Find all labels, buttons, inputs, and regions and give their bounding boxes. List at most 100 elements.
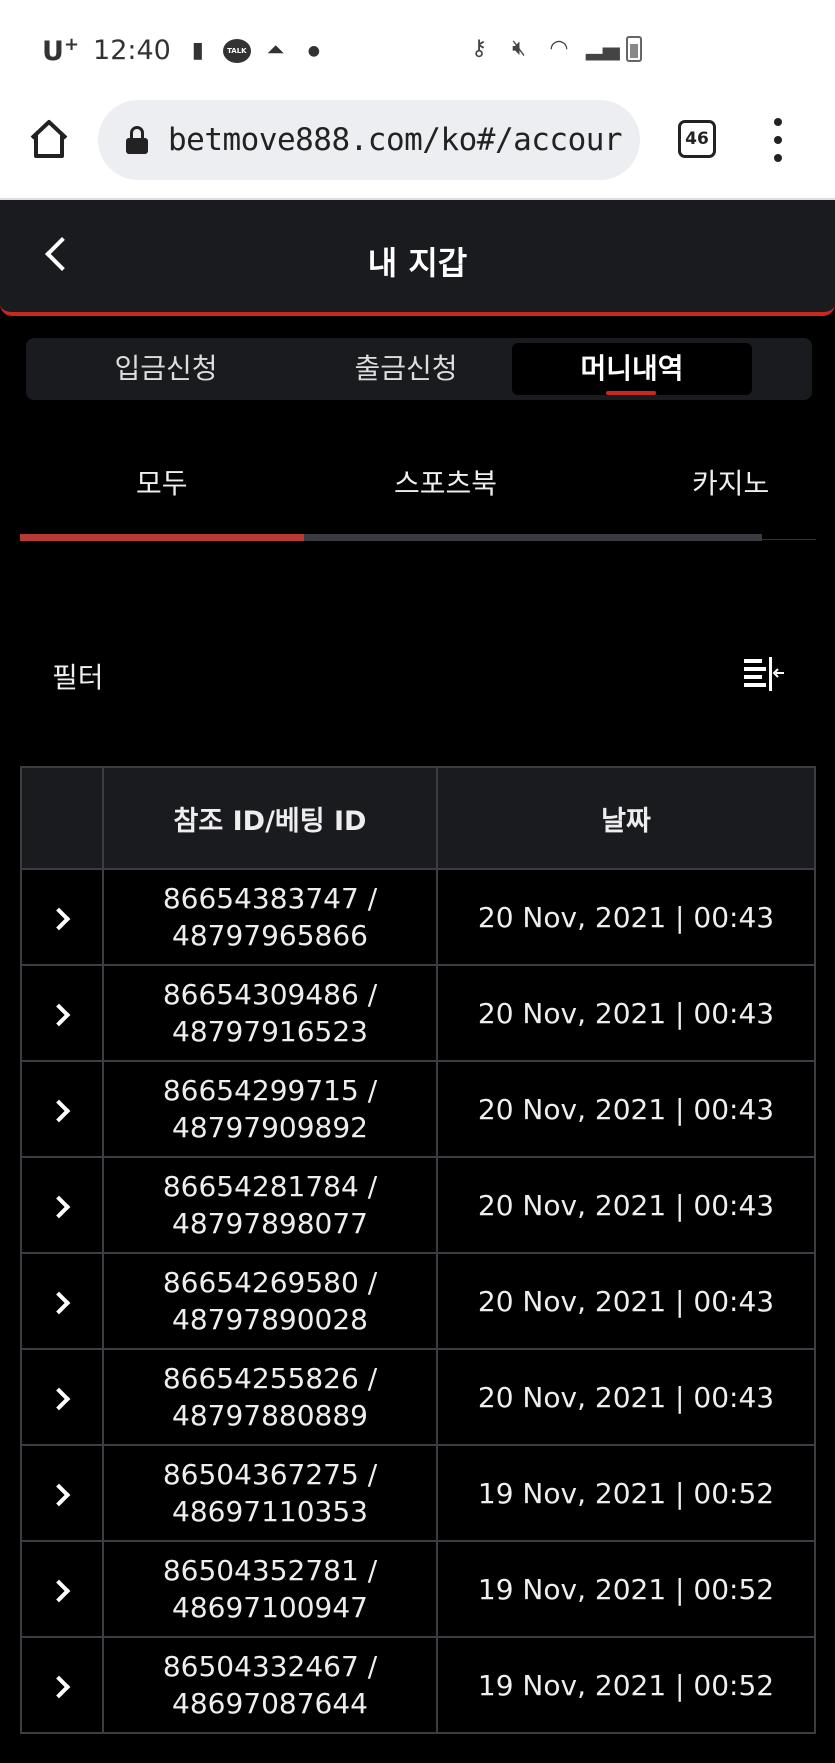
- table-row[interactable]: 86654281784 / 48797898077 20 Nov, 2021 | 0…: [20, 1156, 816, 1254]
- main-tabs: 입금신청 출금신청 머니내역: [26, 338, 812, 400]
- date-cell: 20 Nov, 2021 | 00:43: [436, 1252, 816, 1350]
- chevron-right-icon[interactable]: [47, 1291, 71, 1314]
- table-row[interactable]: 86654255826 / 48797880889 20 Nov, 2021 | 0…: [20, 1348, 816, 1446]
- kakaotalk-icon: TALK: [222, 38, 251, 63]
- tab-switcher-button[interactable]: 46: [678, 120, 716, 158]
- expand-cell[interactable]: [20, 1540, 104, 1638]
- address-bar[interactable]: betmove888.com/ko#/accour: [98, 100, 640, 180]
- expand-cell[interactable]: [20, 1636, 104, 1734]
- tab-withdraw-request[interactable]: 출금신청: [286, 343, 526, 395]
- ref-id-cell: 86504332467 / 48697087644: [102, 1636, 438, 1734]
- ref-id-cell: 86654281784 / 48797898077: [102, 1156, 438, 1254]
- ref-id-cell: 86654309486 / 48797916523: [102, 964, 438, 1062]
- tab-money-history-label: 머니내역: [580, 352, 684, 385]
- ref-id: 86654299715 /: [162, 1074, 378, 1107]
- app-header: 내 지갑: [0, 200, 835, 316]
- subtab-casino[interactable]: 카지노: [692, 462, 769, 502]
- wifi-icon: ◠: [549, 36, 569, 61]
- table-row[interactable]: 86654383747 / 48797965866 20 Nov, 2021 | 0…: [20, 868, 816, 966]
- header-date: 날짜: [436, 766, 816, 870]
- bet-id: 48797916523: [172, 1015, 368, 1048]
- subtab-sportsbook[interactable]: 스포츠북: [394, 462, 497, 502]
- expand-cell[interactable]: [20, 1348, 104, 1446]
- signal-icon: ▂▄: [586, 36, 620, 61]
- tab-money-history[interactable]: 머니내역: [512, 343, 752, 395]
- bet-id: 48697110353: [172, 1495, 368, 1528]
- chevron-right-icon[interactable]: [47, 1675, 71, 1698]
- expand-cell[interactable]: [20, 1444, 104, 1542]
- subtab-active-indicator: [20, 534, 304, 541]
- expand-cell[interactable]: [20, 868, 104, 966]
- table-row[interactable]: 86504352781 / 48697100947 19 Nov, 2021 | 0…: [20, 1540, 816, 1638]
- subtab-all[interactable]: 모두: [136, 462, 188, 502]
- status-bar: U+ 12:40 ▮ TALK ⏶ ● ⚷ 🔇︎ ◠ ▂▄: [0, 0, 835, 100]
- ref-id: 86504352781 /: [162, 1554, 378, 1587]
- key-icon: ⚷: [470, 36, 488, 61]
- ref-id: 86654383747 /: [162, 882, 378, 915]
- tab-deposit-request[interactable]: 입금신청: [46, 343, 286, 395]
- browser-menu-icon[interactable]: [770, 118, 786, 162]
- status-left: U+ 12:40 ▮ TALK ⏶ ●: [42, 34, 327, 67]
- table-header-row: 참조 ID/베팅 ID 날짜: [20, 766, 816, 870]
- date-cell: 20 Nov, 2021 | 00:43: [436, 868, 816, 966]
- ref-id-cell: 86504367275 / 48697110353: [102, 1444, 438, 1542]
- carrier-label: U+: [42, 34, 80, 67]
- date-cell: 20 Nov, 2021 | 00:43: [436, 1156, 816, 1254]
- lock-icon: [126, 126, 148, 154]
- money-history-table: 참조 ID/베팅 ID 날짜 86654383747 / 48797965866 2…: [20, 766, 816, 1734]
- bet-id: 48797880889: [172, 1399, 368, 1432]
- upload-icon: ⏶: [267, 37, 285, 63]
- status-time: 12:40: [93, 35, 171, 66]
- table-row[interactable]: 86654269580 / 48797890028 20 Nov, 2021 | 0…: [20, 1252, 816, 1350]
- table-body: 86654383747 / 48797965866 20 Nov, 2021 | 0…: [20, 868, 816, 1734]
- more-notifications-icon: ●: [307, 42, 320, 59]
- page-title: 내 지갑: [367, 244, 468, 282]
- active-tab-indicator: [606, 391, 656, 395]
- filter-label[interactable]: 필터: [52, 656, 104, 696]
- cup-icon: ▮: [191, 37, 204, 63]
- ref-id-cell: 86654383747 / 48797965866: [102, 868, 438, 966]
- date-cell: 19 Nov, 2021 | 00:52: [436, 1636, 816, 1734]
- mute-icon: 🔇︎: [512, 36, 526, 61]
- ref-id: 86504367275 /: [162, 1458, 378, 1491]
- bet-id: 48797890028: [172, 1303, 368, 1336]
- chevron-right-icon[interactable]: [47, 1387, 71, 1410]
- chevron-right-icon[interactable]: [47, 1579, 71, 1602]
- chevron-right-icon[interactable]: [47, 1003, 71, 1026]
- header-expand-cell: [20, 766, 104, 870]
- date-cell: 19 Nov, 2021 | 00:52: [436, 1540, 816, 1638]
- ref-id: 86654309486 /: [162, 978, 378, 1011]
- status-right: ⚷ 🔇︎ ◠ ▂▄: [466, 36, 642, 62]
- expand-cell[interactable]: [20, 1060, 104, 1158]
- table-row[interactable]: 86654299715 / 48797909892 20 Nov, 2021 | 0…: [20, 1060, 816, 1158]
- date-cell: 20 Nov, 2021 | 00:43: [436, 1060, 816, 1158]
- table-row[interactable]: 86654309486 / 48797916523 20 Nov, 2021 | 0…: [20, 964, 816, 1062]
- expand-cell[interactable]: [20, 964, 104, 1062]
- date-cell: 19 Nov, 2021 | 00:52: [436, 1444, 816, 1542]
- ref-id-cell: 86654299715 / 48797909892: [102, 1060, 438, 1158]
- chevron-right-icon[interactable]: [47, 907, 71, 930]
- ref-id: 86654255826 /: [162, 1362, 378, 1395]
- chevron-right-icon[interactable]: [47, 1483, 71, 1506]
- home-icon[interactable]: [26, 116, 72, 162]
- chevron-right-icon[interactable]: [47, 1195, 71, 1218]
- expand-cell[interactable]: [20, 1252, 104, 1350]
- ref-id-cell: 86654255826 / 48797880889: [102, 1348, 438, 1446]
- header-ref-id: 참조 ID/베팅 ID: [102, 766, 438, 870]
- chevron-right-icon[interactable]: [47, 1099, 71, 1122]
- bet-id: 48697100947: [172, 1591, 368, 1624]
- expand-cell[interactable]: [20, 1156, 104, 1254]
- bet-id: 48797898077: [172, 1207, 368, 1240]
- ref-id: 86504332467 /: [162, 1650, 378, 1683]
- table-row[interactable]: 86504367275 / 48697110353 19 Nov, 2021 | 0…: [20, 1444, 816, 1542]
- date-cell: 20 Nov, 2021 | 00:43: [436, 964, 816, 1062]
- ref-id-cell: 86654269580 / 48797890028: [102, 1252, 438, 1350]
- table-row[interactable]: 86504332467 / 48697087644 19 Nov, 2021 | 0…: [20, 1636, 816, 1734]
- bet-id: 48797909892: [172, 1111, 368, 1144]
- ref-id: 86654269580 /: [162, 1266, 378, 1299]
- bet-id: 48697087644: [172, 1687, 368, 1720]
- browser-bar: betmove888.com/ko#/accour 46: [0, 100, 835, 200]
- bet-id: 48797965866: [172, 919, 368, 952]
- url-text[interactable]: betmove888.com/ko#/accour: [168, 122, 623, 158]
- filter-toggle-icon[interactable]: [742, 656, 786, 692]
